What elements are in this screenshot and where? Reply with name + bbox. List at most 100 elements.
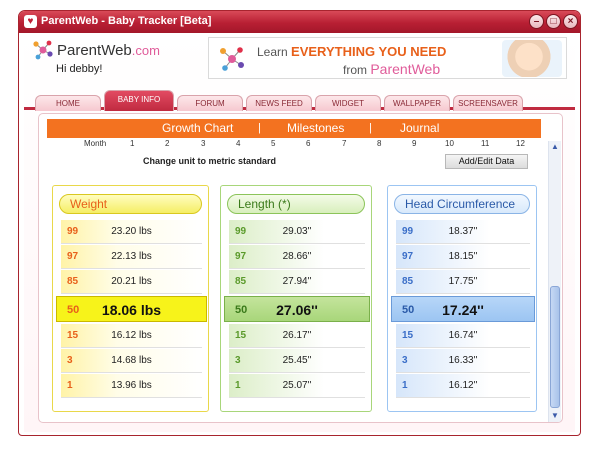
percentile-label: 15 [235,330,247,341]
percentile-label: 85 [235,276,247,287]
percentile-label: 1 [235,380,241,391]
scroll-down-icon[interactable]: ▼ [549,410,561,422]
axis-tick: 1 [130,139,135,148]
banner-from-text: from [343,63,367,77]
tab-wallpaper[interactable]: WALLPAPER [384,95,450,111]
tab-home[interactable]: HOME [35,95,101,111]
head-value: 18.37'' [448,226,478,237]
percentile-label: 97 [402,251,414,262]
axis-tick: 4 [236,139,241,148]
percentile-label: 99 [402,226,414,237]
table-row: 25.07'' 1 [229,374,365,398]
tab-forum[interactable]: FORUM [177,95,243,111]
percentile-label: 99 [235,226,247,237]
percentile-label: 1 [67,380,73,391]
banner-learn-text: Learn [257,45,288,59]
head-value: 17.75'' [448,276,478,287]
axis-tick: 6 [306,139,311,148]
median-row: 18.06 lbs 50 [56,296,207,322]
percentile-label: 15 [402,330,414,341]
weight-median-value: 18.06 lbs [101,302,162,318]
banner-brand: ParentWeb [370,61,441,77]
percentile-label: 3 [67,355,73,366]
maximize-button[interactable]: □ [546,14,561,29]
nav-journal[interactable]: Journal [400,121,439,135]
add-edit-data-button[interactable]: Add/Edit Data [445,154,528,169]
table-row: 22.13 lbs 97 [61,245,202,269]
table-row: 29.03'' 99 [229,220,365,244]
head-value: 16.74'' [448,330,478,341]
baby-info-panel: Growth Chart | Milestones | Journal Mont… [38,113,563,423]
table-row: 27.94'' 85 [229,270,365,294]
axis-tick: 11 [481,139,490,148]
axis-tick: 3 [201,139,206,148]
percentile-label: 97 [235,251,247,262]
percentile-label: 1 [402,380,408,391]
head-panel-title: Head Circumference [394,194,530,214]
median-row: 17.24'' 50 [391,296,535,322]
promo-banner[interactable]: Learn EVERYTHING YOU NEED from ParentWeb [208,37,567,79]
weight-value: 20.21 lbs [111,276,152,287]
head-value: 16.33'' [448,355,478,366]
table-row: 25.45'' 3 [229,349,365,373]
table-row: 14.68 lbs 3 [61,349,202,373]
length-value: 25.07'' [282,380,312,391]
percentile-label: 85 [67,276,79,287]
table-row: 17.75'' 85 [396,270,530,294]
table-row: 26.17'' 15 [229,324,365,348]
head-circumference-panel: Head Circumference 18.37'' 99 18.15'' 97… [387,185,537,412]
scroll-thumb[interactable] [550,286,560,408]
tab-widget[interactable]: WIDGET [315,95,381,111]
nav-milestones[interactable]: Milestones [287,121,344,135]
close-button[interactable]: × [563,14,578,29]
logo-mark-icon [33,40,53,60]
tab-news-feed[interactable]: NEWS FEED [246,95,312,111]
weight-value: 23.20 lbs [111,226,152,237]
scroll-up-icon[interactable]: ▲ [549,141,561,153]
axis-tick: 8 [377,139,382,148]
head-value: 16.12'' [448,380,478,391]
median-row: 27.06'' 50 [224,296,370,322]
weight-value: 13.96 lbs [111,380,152,391]
window-title: ParentWeb - Baby Tracker [Beta] [41,15,212,27]
table-row: 16.74'' 15 [396,324,530,348]
axis-label: Month [84,139,107,148]
percentile-label: 85 [402,276,414,287]
weight-panel-title: Weight [59,194,202,214]
percentile-label: 50 [235,304,248,316]
percentile-label: 50 [67,304,80,316]
tab-baby-info[interactable]: BABY INFO [104,90,174,111]
table-row: 23.20 lbs 99 [61,220,202,244]
nav-growth-chart[interactable]: Growth Chart [162,121,233,135]
weight-panel: Weight 23.20 lbs 99 22.13 lbs 97 20.21 l… [52,185,209,412]
tab-screensaver[interactable]: SCREENSAVER [453,95,523,111]
logo-suffix: .com [131,43,160,58]
banner-headline: EVERYTHING YOU NEED [291,44,447,59]
length-value: 28.66'' [282,251,312,262]
table-row: 18.15'' 97 [396,245,530,269]
app-content: ParentWeb.com Hi debby! Learn EVERYTHING… [24,33,575,432]
percentile-label: 50 [402,304,415,316]
vertical-scrollbar[interactable]: ▲ ▼ [548,141,561,422]
table-row: 16.12'' 1 [396,374,530,398]
table-row: 13.96 lbs 1 [61,374,202,398]
axis-tick: 9 [412,139,417,148]
axis-tick: 12 [516,139,525,148]
change-unit-link[interactable]: Change unit to metric standard [143,156,276,166]
percentile-label: 97 [67,251,79,262]
axis-tick: 10 [445,139,454,148]
title-bar[interactable]: ♥ ParentWeb - Baby Tracker [Beta] – □ × [19,11,580,33]
table-row: 16.33'' 3 [396,349,530,373]
minimize-button[interactable]: – [529,14,544,29]
table-row: 18.37'' 99 [396,220,530,244]
main-tabs: HOME BABY INFO FORUM NEWS FEED WIDGET WA… [24,90,575,111]
logo-text: ParentWeb [57,42,132,59]
weight-value: 22.13 lbs [111,251,152,262]
nav-separator: | [369,122,372,134]
percentile-label: 15 [67,330,79,341]
axis-tick: 2 [165,139,170,148]
percentile-label: 3 [402,355,408,366]
axis-tick: 7 [342,139,347,148]
banner-logo-icon [220,47,244,71]
weight-value: 16.12 lbs [111,330,152,341]
